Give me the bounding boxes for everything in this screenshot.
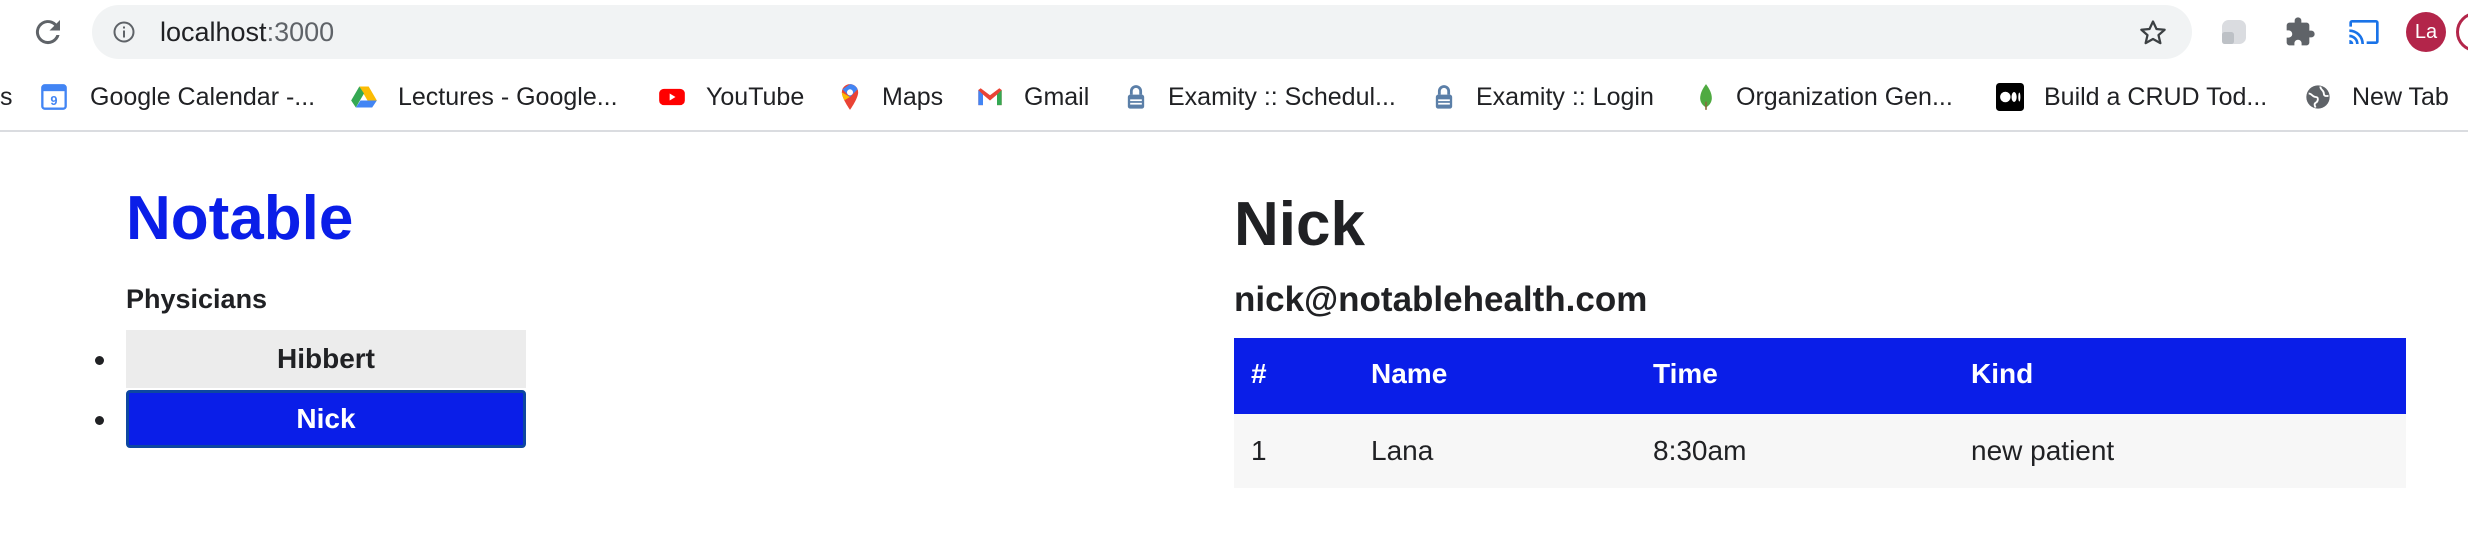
bookmark-lectures-drive[interactable]: Lectures - Google... (350, 64, 630, 130)
bookmark-examity-login[interactable]: Examity :: Login (1430, 64, 1670, 130)
column-header-number: # (1234, 338, 1354, 414)
list-bullet (95, 356, 104, 365)
extension-icon[interactable] (2218, 16, 2250, 48)
bookmark-label: s (0, 83, 13, 111)
table-header-row: # Name Time Kind (1234, 338, 2406, 414)
physician-email: nick@notablehealth.com (1234, 280, 1648, 319)
profile-avatar[interactable]: La (2406, 12, 2446, 52)
site-info-icon[interactable] (112, 20, 136, 44)
bookmark-examity-schedule[interactable]: Examity :: Schedul... (1122, 64, 1402, 130)
url-text: localhost:3000 (160, 5, 334, 59)
bookmark-new-tab[interactable]: New Tab (2304, 64, 2468, 130)
cell-number: 1 (1234, 412, 1354, 488)
physician-button-nick[interactable]: Nick (126, 390, 526, 448)
bookmark-label: Organization Gen... (1736, 83, 1953, 111)
bookmark-label: Examity :: Login (1476, 83, 1654, 111)
address-bar[interactable]: localhost:3000 (92, 5, 2192, 59)
physicians-heading: Physicians (126, 284, 268, 314)
puzzle-icon[interactable] (2284, 16, 2316, 48)
cell-kind: new patient (1954, 412, 2406, 488)
column-header-time: Time (1636, 338, 1954, 414)
maps-pin-icon (841, 84, 859, 110)
bookmark-label: Build a CRUD Tod... (2044, 83, 2268, 111)
physician-name: Nick (1234, 190, 1365, 259)
bookmark-truncated[interactable]: s (0, 64, 20, 130)
bookmark-youtube[interactable]: YouTube (658, 64, 808, 130)
svg-text:9: 9 (50, 93, 57, 108)
column-header-name: Name (1354, 338, 1636, 414)
gmail-icon (978, 88, 1002, 106)
reload-icon[interactable] (30, 14, 66, 50)
bookmark-label: Lectures - Google... (398, 83, 618, 111)
bookmark-label: Google Calendar -... (90, 83, 316, 111)
list-bullet (95, 416, 104, 425)
bookmark-maps[interactable]: Maps (836, 64, 956, 130)
bookmarks-bar: s 9 Google Calendar -... Lectures - Goog… (0, 64, 2468, 132)
mongodb-leaf-icon (1700, 84, 1712, 110)
cell-name: Lana (1354, 412, 1636, 488)
column-header-kind: Kind (1954, 338, 2406, 414)
brand-title: Notable (126, 184, 354, 253)
medium-icon (1996, 83, 2024, 111)
bookmark-organization[interactable]: Organization Gen... (1692, 64, 1972, 130)
globe-icon (2306, 85, 2330, 109)
physician-item: Nick (0, 390, 540, 450)
lock-icon (1435, 85, 1453, 109)
youtube-icon (659, 88, 685, 106)
profile-menu-edge[interactable] (2456, 12, 2468, 52)
bookmark-google-calendar[interactable]: 9 Google Calendar -... (40, 64, 330, 130)
bookmark-label: Examity :: Schedul... (1168, 83, 1396, 111)
browser-toolbar: localhost:3000 La (0, 0, 2468, 64)
bookmark-label: Maps (882, 83, 944, 111)
bookmark-label: YouTube (706, 83, 805, 111)
cast-icon[interactable] (2348, 16, 2380, 48)
url-port: :3000 (266, 17, 335, 47)
calendar-icon: 9 (41, 84, 67, 110)
url-host: localhost (160, 17, 267, 47)
table-row: 1 Lana 8:30am new patient (1234, 412, 2406, 488)
bookmark-star-icon[interactable] (2138, 18, 2168, 48)
bookmark-build-crud[interactable]: Build a CRUD Tod... (1996, 64, 2286, 130)
bookmark-label: Gmail (1024, 83, 1090, 111)
physician-button-hibbert[interactable]: Hibbert (126, 330, 526, 388)
cell-time: 8:30am (1636, 412, 1954, 488)
physician-item: Hibbert (0, 330, 540, 390)
bookmark-label: New Tab (2352, 83, 2449, 111)
bookmark-gmail[interactable]: Gmail (976, 64, 1096, 130)
lock-icon (1127, 85, 1145, 109)
appointments-table: # Name Time Kind 1 Lana 8:30am new patie… (1234, 338, 2406, 488)
drive-icon (351, 86, 377, 108)
